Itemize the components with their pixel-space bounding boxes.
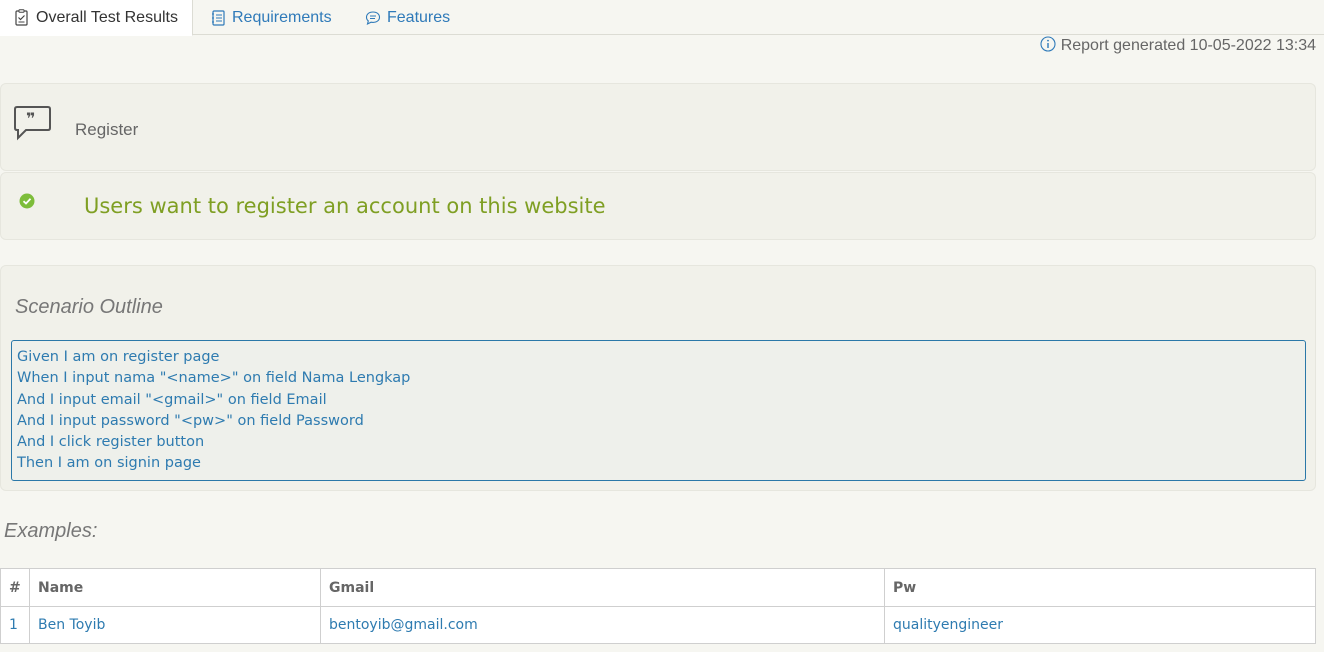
tab-label: Overall Test Results xyxy=(36,8,178,26)
info-icon xyxy=(1040,35,1056,57)
examples-table: # Name Gmail Pw 1 Ben Toyib bentoyib@gma… xyxy=(0,568,1316,644)
feature-name: Register xyxy=(75,120,139,139)
scenario-step: And I click register button xyxy=(17,434,205,451)
column-header-name: Name xyxy=(29,568,321,607)
cell-name: Ben Toyib xyxy=(29,606,321,644)
svg-text:❞: ❞ xyxy=(26,109,35,128)
table-header-row: # Name Gmail Pw xyxy=(0,568,1316,607)
tab-bar: Overall Test Results Requirements Featur… xyxy=(0,0,1324,36)
column-header-gmail: Gmail xyxy=(320,568,885,607)
feature-panel: ❞ Register xyxy=(0,83,1316,171)
examples-title: Examples: xyxy=(4,520,98,542)
column-header-pw: Pw xyxy=(884,568,1316,607)
table-row: 1 Ben Toyib bentoyib@gmail.com qualityen… xyxy=(0,606,1316,644)
scenario-panel: Scenario Outline Given I am on register … xyxy=(0,265,1316,491)
tab-overall-test-results[interactable]: Overall Test Results xyxy=(0,0,193,36)
cell-pw: qualityengineer xyxy=(884,606,1316,644)
cell-gmail: bentoyib@gmail.com xyxy=(320,606,885,644)
cell-number: 1 xyxy=(0,606,30,644)
scenario-step: Then I am on signin page xyxy=(17,455,201,472)
scenario-step: When I input nama "<name>" on field Nama… xyxy=(17,370,411,387)
scenario-step: And I input email "<gmail>" on field Ema… xyxy=(17,391,327,408)
scenario-step: Given I am on register page xyxy=(17,349,220,365)
check-circle-icon xyxy=(19,193,35,214)
story-title[interactable]: Users want to register an account on thi… xyxy=(84,194,606,218)
book-icon xyxy=(211,9,226,26)
scenario-title: Scenario Outline xyxy=(15,296,163,318)
tab-label: Requirements xyxy=(232,8,332,26)
quote-bubble-icon: ❞ xyxy=(14,105,52,146)
tab-requirements[interactable]: Requirements xyxy=(211,0,332,35)
column-header-number: # xyxy=(0,568,30,607)
report-generated: Report generated 10-05-2022 13:34 xyxy=(1040,35,1316,57)
tab-features[interactable]: Features xyxy=(365,0,450,35)
comment-icon xyxy=(365,10,381,26)
report-generated-text: Report generated 10-05-2022 13:34 xyxy=(1060,37,1316,54)
story-panel: Users want to register an account on thi… xyxy=(0,172,1316,240)
scenario-steps: Given I am on register page When I input… xyxy=(11,340,1306,481)
tab-label: Features xyxy=(387,8,451,26)
checklist-icon xyxy=(14,9,30,26)
scenario-step: And I input password "<pw>" on field Pas… xyxy=(17,412,364,429)
